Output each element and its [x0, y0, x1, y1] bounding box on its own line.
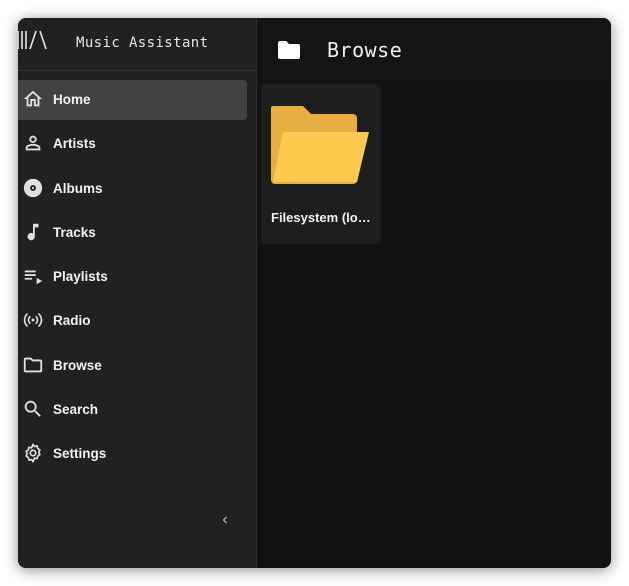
sidebar-nav: Home Artists Albums Tracks Playlists Rad…: [18, 80, 256, 479]
sidebar-item-artists[interactable]: Artists: [18, 124, 247, 164]
sidebar-item-label: Artists: [53, 136, 96, 152]
music-note-icon: [22, 221, 44, 243]
radio-icon: [22, 309, 44, 331]
disc-icon: [22, 177, 44, 199]
page-title: Browse: [327, 38, 403, 62]
search-icon: [22, 398, 44, 420]
sidebar-item-browse[interactable]: Browse: [18, 346, 247, 386]
gear-icon: [22, 442, 44, 464]
sidebar-item-search[interactable]: Search: [18, 390, 247, 430]
folder-icon: [278, 41, 300, 59]
sidebar: Music Assistant Home Artists Albums Trac…: [18, 18, 257, 568]
sidebar-item-label: Playlists: [53, 269, 108, 285]
collapse-sidebar-button[interactable]: [214, 506, 236, 534]
app-logo-icon: [18, 30, 47, 50]
chevron-left-icon: [222, 516, 227, 524]
sidebar-item-playlists[interactable]: Playlists: [18, 257, 247, 297]
sidebar-item-label: Settings: [53, 446, 107, 462]
sidebar-item-settings[interactable]: Settings: [18, 434, 247, 474]
app-window: Music Assistant Home Artists Albums Trac…: [18, 18, 611, 568]
person-icon: [22, 132, 44, 154]
sidebar-item-label: Browse: [53, 357, 102, 373]
card-label: Filesystem (lo…: [271, 210, 371, 225]
sidebar-item-label: Tracks: [53, 224, 96, 240]
sidebar-item-label: Home: [53, 92, 91, 107]
sidebar-item-albums[interactable]: Albums: [18, 169, 247, 209]
sidebar-item-tracks[interactable]: Tracks: [18, 213, 247, 253]
home-icon: [22, 88, 44, 110]
main-content: Browse Filesystem (lo…: [257, 18, 611, 568]
folder-open-icon: [271, 106, 369, 184]
sidebar-item-radio[interactable]: Radio: [18, 301, 247, 341]
sidebar-item-label: Radio: [53, 313, 91, 329]
sidebar-item-home[interactable]: Home: [18, 80, 247, 120]
playlist-icon: [22, 265, 44, 287]
app-title: Music Assistant: [76, 35, 209, 51]
main-header: Browse: [257, 18, 611, 82]
sidebar-header: Music Assistant: [18, 18, 256, 71]
sidebar-item-label: Albums: [53, 180, 103, 196]
sidebar-item-label: Search: [53, 402, 99, 418]
browse-card-filesystem[interactable]: Filesystem (lo…: [261, 84, 381, 244]
folder-icon: [22, 354, 44, 376]
